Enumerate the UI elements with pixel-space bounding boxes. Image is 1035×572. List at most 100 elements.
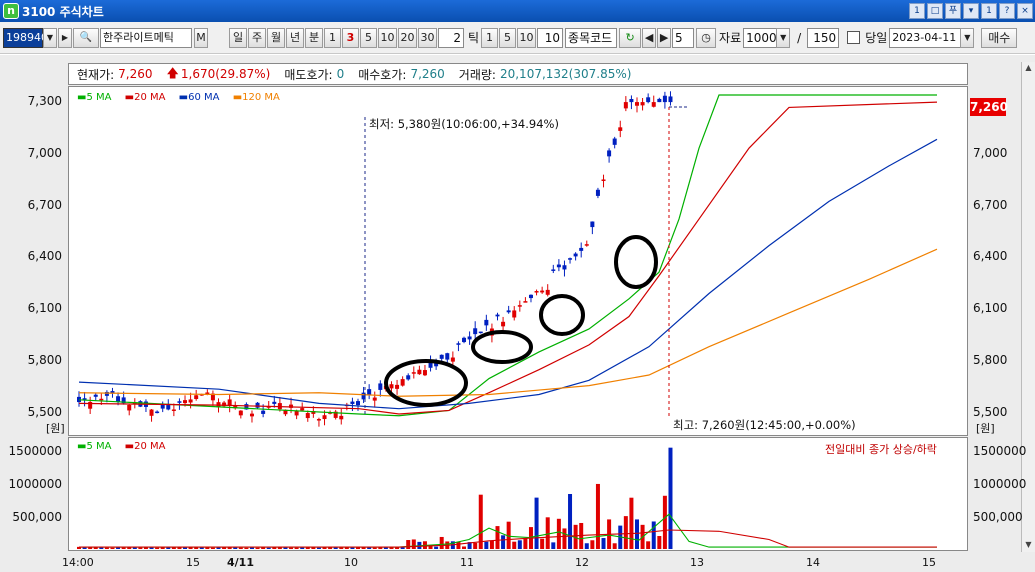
window-titlebar: n 3100 주식차트 1 □ 푸 ▾ 1 ? × xyxy=(0,0,1035,22)
candle-down xyxy=(356,401,360,406)
candle-down xyxy=(378,383,383,390)
data-count-select[interactable]: 1000 xyxy=(743,27,778,48)
vol-tick-left: 500,000 xyxy=(12,510,62,524)
code-search-field[interactable]: 종목코드 xyxy=(565,27,618,48)
volume-bar xyxy=(584,543,589,549)
bid-price-label: 매수호가: xyxy=(358,67,407,82)
menu-dropdown-button[interactable]: ▾ xyxy=(963,3,979,19)
help-button[interactable]: ? xyxy=(999,3,1015,19)
scroll-up-icon[interactable]: ▲ xyxy=(1022,62,1035,75)
volume-chart-panel[interactable]: ▬5 MA ▬20 MA 전일대비 종가 상승/하락 xyxy=(68,437,968,551)
candle-up xyxy=(194,395,199,400)
volume-bar xyxy=(116,547,121,549)
data-count-dropdown-icon[interactable]: ▼ xyxy=(776,27,791,48)
stock-code-input[interactable]: 198940 xyxy=(3,27,48,48)
minute-20-button[interactable]: 20 xyxy=(398,27,417,48)
candle-down xyxy=(439,354,444,359)
y-tick-left: 7,000 xyxy=(27,146,62,160)
period-yearly-button[interactable]: 년 xyxy=(286,27,304,48)
minute-1-button[interactable]: 1 xyxy=(324,27,341,48)
buy-button[interactable]: 매수 xyxy=(981,27,1018,48)
pin-button[interactable]: 푸 xyxy=(945,3,961,19)
candle-down xyxy=(595,189,600,196)
volume-bar xyxy=(434,546,439,549)
close-window-button[interactable]: × xyxy=(1017,3,1033,19)
minute-10-button[interactable]: 10 xyxy=(378,27,397,48)
period-weekly-button[interactable]: 주 xyxy=(248,27,266,48)
data-label: 자료 xyxy=(719,31,742,45)
tick-5-button[interactable]: 5 xyxy=(499,27,517,48)
price-unit-left: [원] xyxy=(46,422,65,435)
clock-icon[interactable]: ◷ xyxy=(696,27,717,48)
stock-name-field: 한주라이트메틱 xyxy=(100,27,192,48)
vol-tick-left: 1500000 xyxy=(8,444,62,458)
candle-up xyxy=(395,384,400,389)
period-daily-button[interactable]: 일 xyxy=(229,27,247,48)
candle-down xyxy=(551,269,556,271)
y-tick-right: 6,400 xyxy=(973,249,1008,263)
period-minute-button[interactable]: 분 xyxy=(305,27,323,48)
minute-5-button[interactable]: 5 xyxy=(360,27,377,48)
minute-30-button[interactable]: 30 xyxy=(418,27,437,48)
volume-bar xyxy=(210,547,215,549)
candle-down xyxy=(556,264,561,268)
candle-down xyxy=(473,328,478,335)
tick-count-input[interactable]: 2 xyxy=(438,27,464,48)
candle-down xyxy=(350,401,355,404)
volume-bar xyxy=(238,547,243,549)
tick-value-input[interactable]: 10 xyxy=(537,27,564,48)
candle-up xyxy=(171,409,176,411)
group-link-button[interactable]: 1 xyxy=(981,3,997,19)
ask-price-label: 매도호가: xyxy=(284,67,333,82)
candle-up xyxy=(422,370,427,376)
candle-down xyxy=(657,98,662,103)
chart-mode-button[interactable]: M xyxy=(194,27,208,48)
volume-bar xyxy=(635,519,639,549)
highlight-circle xyxy=(539,294,585,336)
data-total-field[interactable]: 150 xyxy=(807,27,840,48)
minute-3-button[interactable]: 3 xyxy=(342,27,359,48)
y-tick-left: 6,100 xyxy=(27,301,62,315)
volume-bar xyxy=(534,497,539,549)
candle-up xyxy=(534,291,539,293)
price-chart-panel[interactable]: ▬5 MA ▬20 MA ▬60 MA ▬120 MA 최저: 5,380원(1… xyxy=(68,86,968,436)
x-tick: 14 xyxy=(806,556,820,569)
restore-window-button[interactable]: □ xyxy=(927,3,943,19)
screen-number-button[interactable]: 1 xyxy=(909,3,925,19)
candle-up xyxy=(188,399,193,403)
volume-bar xyxy=(562,528,567,549)
today-label: 당일 xyxy=(865,31,888,45)
y-tick-right: 5,800 xyxy=(973,353,1008,367)
candle-down xyxy=(528,294,533,299)
candle-up xyxy=(316,419,321,421)
volume-bar xyxy=(501,535,506,549)
volume-bar xyxy=(489,540,494,549)
volume-bar xyxy=(456,541,461,549)
tick-10-button[interactable]: 10 xyxy=(517,27,537,48)
refresh-icon[interactable]: ↻ xyxy=(619,27,642,48)
candle-up xyxy=(249,413,254,417)
volume-bar xyxy=(294,547,299,549)
y-tick-right: 7,000 xyxy=(973,146,1008,160)
stock-search-button[interactable]: 🔍 xyxy=(73,27,99,48)
prev-arrow-icon[interactable]: ◀ xyxy=(642,27,657,48)
step-input[interactable]: 5 xyxy=(672,27,695,48)
candle-down xyxy=(484,319,489,326)
date-picker-icon[interactable]: ▼ xyxy=(960,27,975,48)
vol-tick-right: 500,000 xyxy=(973,510,1023,524)
scroll-down-icon[interactable]: ▼ xyxy=(1022,539,1035,552)
tick-1-button[interactable]: 1 xyxy=(481,27,499,48)
candle-up xyxy=(618,127,623,131)
stock-next-button[interactable]: ▶ xyxy=(58,27,72,48)
up-arrow-icon: 🡅 xyxy=(166,65,179,80)
stock-code-dropdown-button[interactable]: ▼ xyxy=(43,27,57,48)
period-monthly-button[interactable]: 월 xyxy=(267,27,285,48)
volume-bar xyxy=(556,518,561,549)
candle-up xyxy=(651,102,656,107)
next-arrow-icon[interactable]: ▶ xyxy=(657,27,672,48)
volume-bar xyxy=(601,538,606,549)
date-field[interactable]: 2023-04-11 xyxy=(889,27,962,48)
today-checkbox[interactable] xyxy=(847,31,861,44)
candle-up xyxy=(512,310,517,318)
candle-down xyxy=(668,96,673,103)
